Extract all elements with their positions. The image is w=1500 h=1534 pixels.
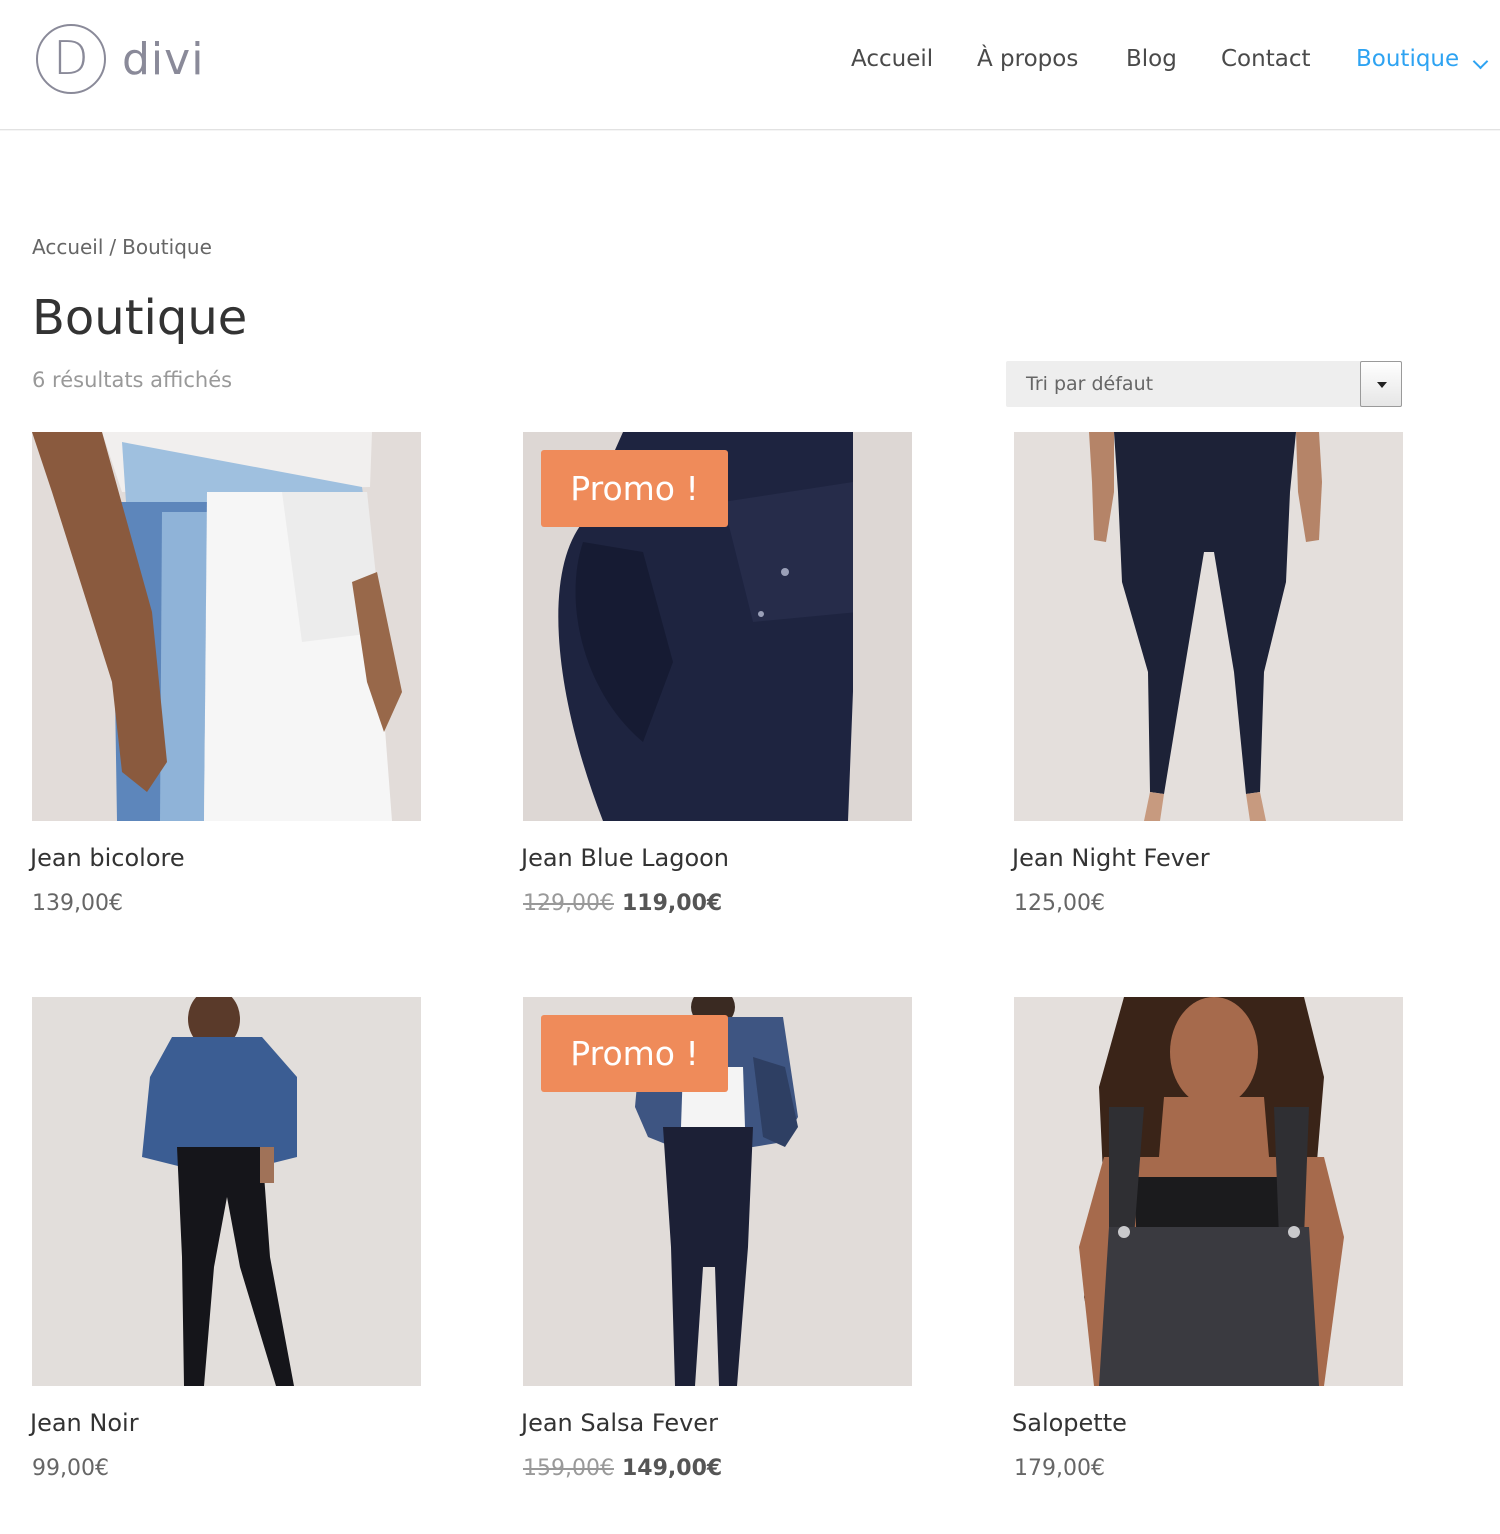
price-old: 129,00€ — [523, 891, 614, 916]
price-current: 125,00€ — [1014, 891, 1105, 916]
promo-badge: Promo ! — [541, 1015, 728, 1092]
chevron-down-icon[interactable] — [1472, 53, 1489, 70]
price-old: 159,00€ — [523, 1456, 614, 1481]
result-count: 6 résultats affichés — [32, 368, 233, 392]
breadcrumb-current: Boutique — [122, 235, 212, 259]
product-image[interactable]: Promo ! — [523, 432, 912, 821]
product-title[interactable]: Jean bicolore — [30, 844, 185, 872]
product-image[interactable] — [1014, 997, 1403, 1386]
promo-badge: Promo ! — [541, 450, 728, 527]
sort-select[interactable]: Tri par défaut — [1006, 361, 1402, 407]
product-image[interactable]: Promo ! — [523, 997, 912, 1386]
product-price: 159,00€ 149,00€ — [523, 1456, 722, 1481]
product-card[interactable]: Jean Noir 99,00€ — [30, 997, 422, 1481]
nav-item-blog[interactable]: Blog — [1126, 46, 1177, 72]
breadcrumb-home-link[interactable]: Accueil — [32, 235, 103, 259]
product-card[interactable]: Promo ! Jean Blue Lagoon 129,00€ 119,00€ — [521, 432, 913, 916]
product-price: 129,00€ 119,00€ — [523, 891, 722, 916]
product-price: 139,00€ — [32, 891, 123, 916]
site-header: D divi Accueil À propos Blog Contact Bou… — [0, 0, 1500, 130]
nav-item-accueil[interactable]: Accueil — [851, 46, 933, 72]
page-title: Boutique — [32, 290, 248, 346]
price-current: 139,00€ — [32, 891, 123, 916]
product-image[interactable] — [32, 432, 421, 821]
sort-dropdown-button[interactable] — [1360, 361, 1402, 407]
product-card[interactable]: Jean Night Fever 125,00€ — [1012, 432, 1404, 916]
product-card[interactable]: Salopette 179,00€ — [1012, 997, 1404, 1481]
product-title[interactable]: Jean Night Fever — [1012, 844, 1210, 872]
nav-item-boutique[interactable]: Boutique — [1356, 46, 1459, 72]
caret-down-icon — [1377, 382, 1387, 388]
product-price: 125,00€ — [1014, 891, 1105, 916]
product-title[interactable]: Jean Blue Lagoon — [521, 844, 729, 872]
main-nav: Accueil À propos Blog Contact Boutique — [0, 46, 1500, 80]
product-image[interactable] — [32, 997, 421, 1386]
product-title[interactable]: Jean Salsa Fever — [521, 1409, 718, 1437]
product-title[interactable]: Jean Noir — [30, 1409, 139, 1437]
price-sale: 119,00€ — [621, 891, 723, 916]
product-image[interactable] — [1014, 432, 1403, 821]
product-card[interactable]: Jean bicolore 139,00€ — [30, 432, 422, 916]
nav-item-a-propos[interactable]: À propos — [977, 46, 1078, 72]
breadcrumb-separator: / — [109, 235, 117, 259]
nav-item-contact[interactable]: Contact — [1221, 46, 1310, 72]
price-sale: 149,00€ — [621, 1456, 723, 1481]
breadcrumb: Accueil / Boutique — [32, 235, 212, 259]
product-price: 99,00€ — [32, 1456, 109, 1481]
price-current: 179,00€ — [1014, 1456, 1105, 1481]
product-card[interactable]: Promo ! Jean Salsa Fever 159,00€ 149,00€ — [521, 997, 913, 1481]
sort-select-value: Tri par défaut — [1026, 373, 1154, 395]
price-current: 99,00€ — [32, 1456, 109, 1481]
product-price: 179,00€ — [1014, 1456, 1105, 1481]
product-title[interactable]: Salopette — [1012, 1409, 1127, 1437]
